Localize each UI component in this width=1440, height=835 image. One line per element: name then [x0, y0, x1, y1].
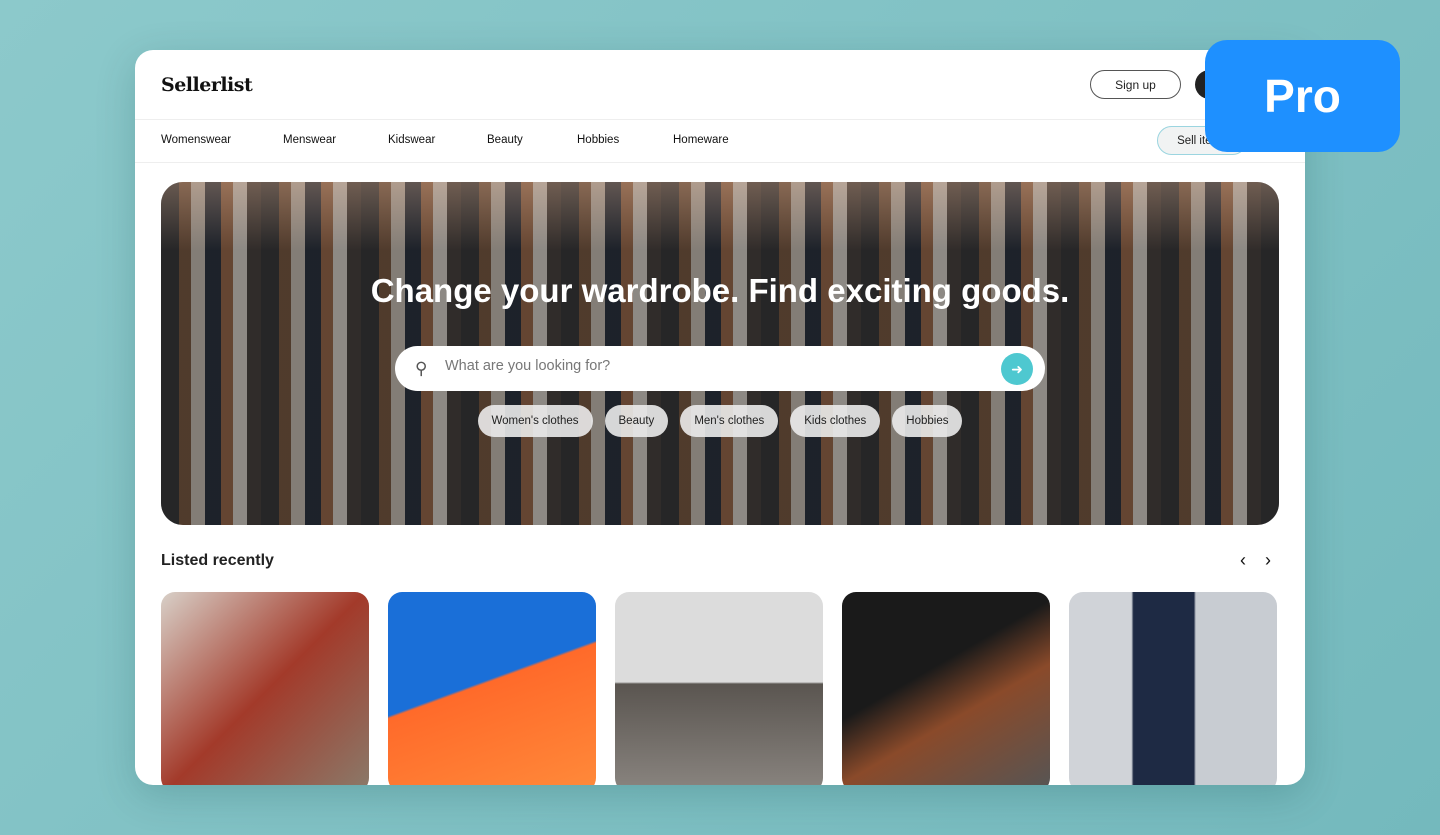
listing-card[interactable]	[388, 592, 596, 785]
search-bar: ⚲ ➜	[395, 346, 1045, 391]
search-input[interactable]	[445, 358, 985, 374]
hero-title: Change your wardrobe. Find exciting good…	[370, 272, 1070, 309]
browser-window: Sellerlist Sign up Womenswear Menswear K…	[135, 50, 1305, 785]
listing-card[interactable]	[615, 592, 823, 785]
search-submit-button[interactable]: ➜	[1001, 353, 1033, 385]
chip-beauty[interactable]: Beauty	[604, 405, 669, 437]
nav-hobbies[interactable]: Hobbies	[577, 134, 619, 146]
chip-womens-clothes[interactable]: Women's clothes	[477, 405, 593, 437]
section-title: Listed recently	[161, 552, 274, 569]
quick-chips: Women's clothes Beauty Men's clothes Kid…	[161, 405, 1279, 437]
pro-badge: Pro	[1205, 40, 1400, 152]
chip-kids-clothes[interactable]: Kids clothes	[790, 405, 881, 437]
listing-card[interactable]	[842, 592, 1050, 785]
hero-banner: Change your wardrobe. Find exciting good…	[161, 182, 1279, 525]
nav-kidswear[interactable]: Kidswear	[388, 134, 435, 146]
search-icon: ⚲	[415, 359, 428, 378]
category-nav: Womenswear Menswear Kidswear Beauty Hobb…	[135, 120, 1305, 163]
chip-mens-clothes[interactable]: Men's clothes	[680, 405, 779, 437]
chip-hobbies[interactable]: Hobbies	[892, 405, 963, 437]
signup-button[interactable]: Sign up	[1090, 70, 1181, 99]
arrow-right-icon: ➜	[1011, 360, 1023, 377]
nav-beauty[interactable]: Beauty	[487, 134, 523, 146]
nav-womenswear[interactable]: Womenswear	[161, 134, 231, 146]
listing-carousel	[161, 592, 1277, 785]
nav-menswear[interactable]: Menswear	[283, 134, 336, 146]
logo[interactable]: Sellerlist	[161, 74, 253, 96]
chevron-right-icon[interactable]: ›	[1265, 550, 1271, 571]
chevron-left-icon[interactable]: ‹	[1240, 550, 1246, 571]
listing-card[interactable]	[161, 592, 369, 785]
listing-card[interactable]	[1069, 592, 1277, 785]
nav-homeware[interactable]: Homeware	[673, 134, 729, 146]
header: Sellerlist Sign up	[135, 50, 1305, 120]
